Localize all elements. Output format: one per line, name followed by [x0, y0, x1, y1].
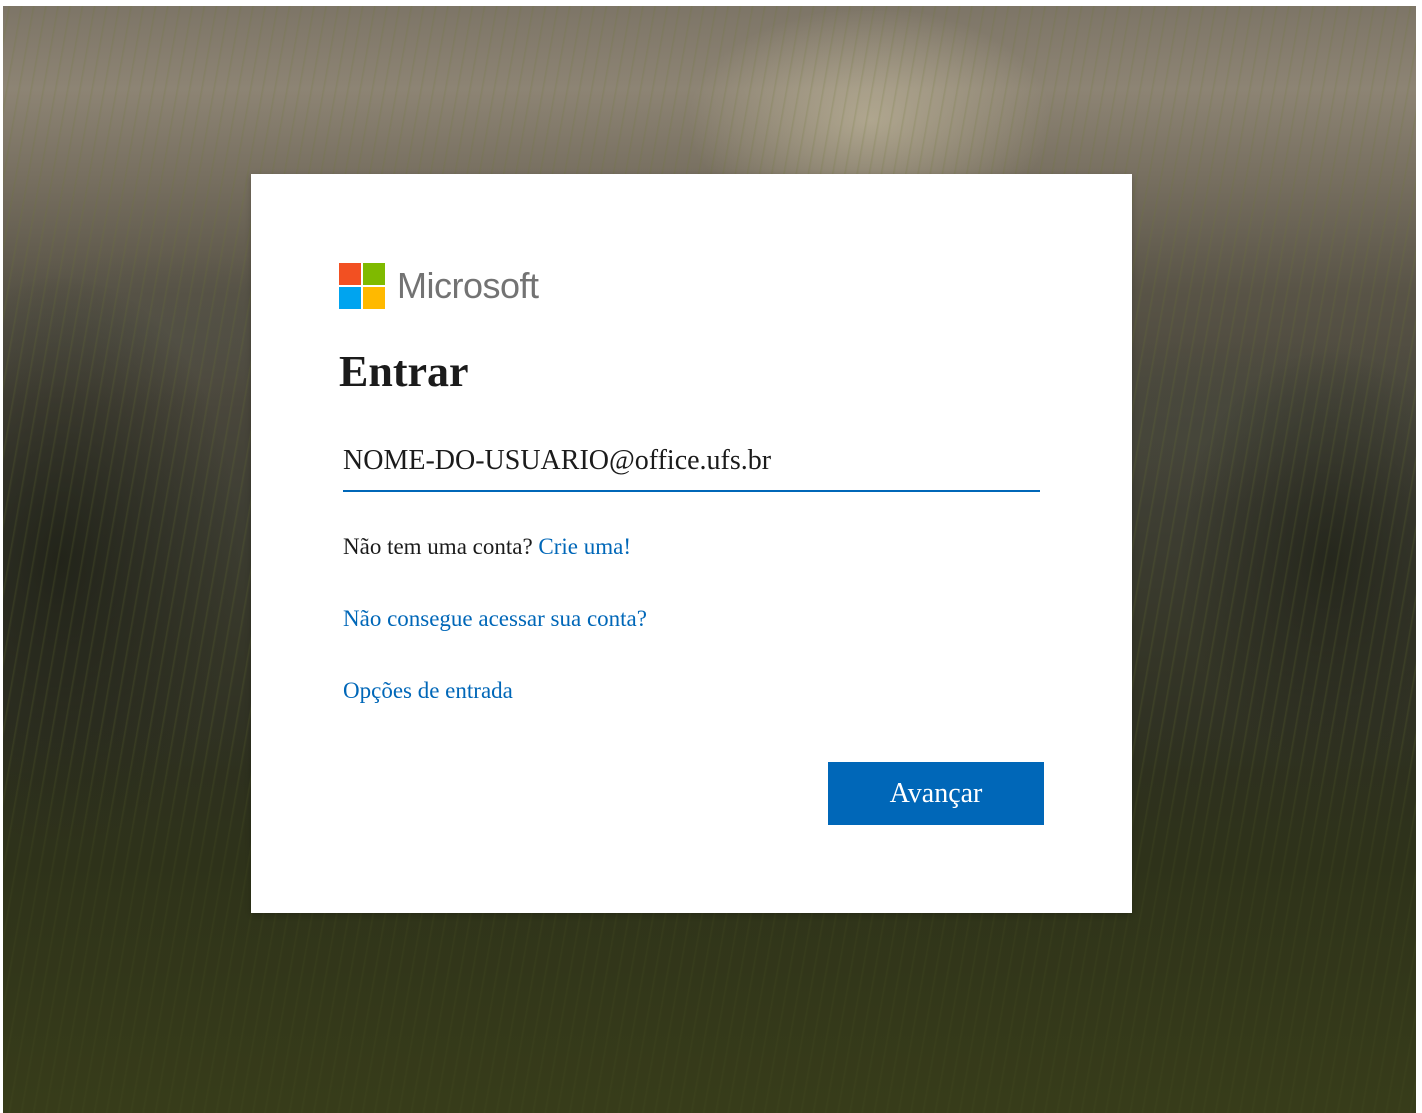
- create-account-link[interactable]: Crie uma!: [538, 534, 631, 559]
- no-account-row: Não tem uma conta? Crie uma!: [343, 532, 631, 562]
- next-button[interactable]: Avançar: [828, 762, 1044, 825]
- microsoft-logo: Microsoft: [339, 263, 539, 309]
- no-account-text: Não tem uma conta?: [343, 534, 533, 559]
- page-title: Entrar: [339, 347, 469, 396]
- cant-access-row: Não consegue acessar sua conta?: [343, 604, 647, 634]
- microsoft-logo-icon: [339, 263, 385, 309]
- signin-options-row: Opções de entrada: [343, 676, 513, 706]
- signin-card: Microsoft Entrar Não tem uma conta? Crie…: [251, 174, 1132, 913]
- logo-square-yellow: [363, 287, 385, 309]
- microsoft-logo-text: Microsoft: [397, 265, 539, 306]
- logo-square-red: [339, 263, 361, 285]
- email-field[interactable]: [343, 432, 1040, 492]
- signin-options-link[interactable]: Opções de entrada: [343, 678, 513, 703]
- logo-square-green: [363, 263, 385, 285]
- logo-square-blue: [339, 287, 361, 309]
- cant-access-account-link[interactable]: Não consegue acessar sua conta?: [343, 606, 647, 631]
